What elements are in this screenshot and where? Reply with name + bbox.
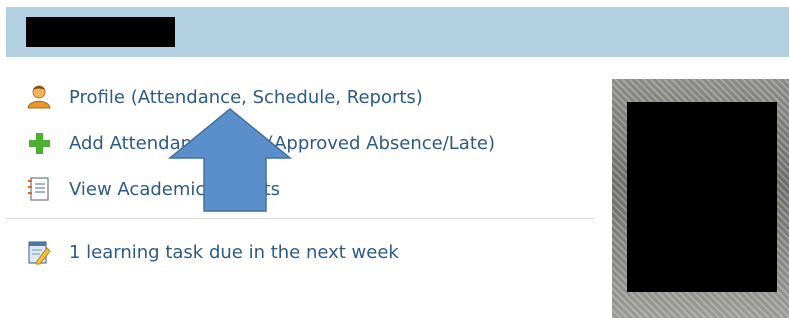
learning-task-label: 1 learning task due in the next week: [69, 241, 399, 263]
divider: [6, 218, 594, 219]
user-icon: [26, 84, 52, 110]
view-academic-reports-link[interactable]: View Academic Reports: [26, 176, 280, 202]
profile-link-label: Profile (Attendance, Schedule, Reports): [69, 86, 423, 108]
learning-task-link[interactable]: 1 learning task due in the next week: [26, 239, 399, 265]
header-bar: [6, 7, 789, 57]
task-icon: [26, 239, 52, 265]
plus-icon: [26, 130, 52, 156]
add-attendance-note-link[interactable]: Add Attendance Note (Approved Absence/La…: [26, 130, 495, 156]
profile-link[interactable]: Profile (Attendance, Schedule, Reports): [26, 84, 423, 110]
student-photo: [612, 79, 789, 318]
view-academic-reports-label: View Academic Reports: [69, 178, 281, 200]
redacted-student-name: [26, 17, 175, 47]
redacted-photo: [627, 102, 777, 292]
report-icon: [26, 176, 52, 202]
add-attendance-note-label: Add Attendance Note (Approved Absence/La…: [69, 132, 495, 154]
